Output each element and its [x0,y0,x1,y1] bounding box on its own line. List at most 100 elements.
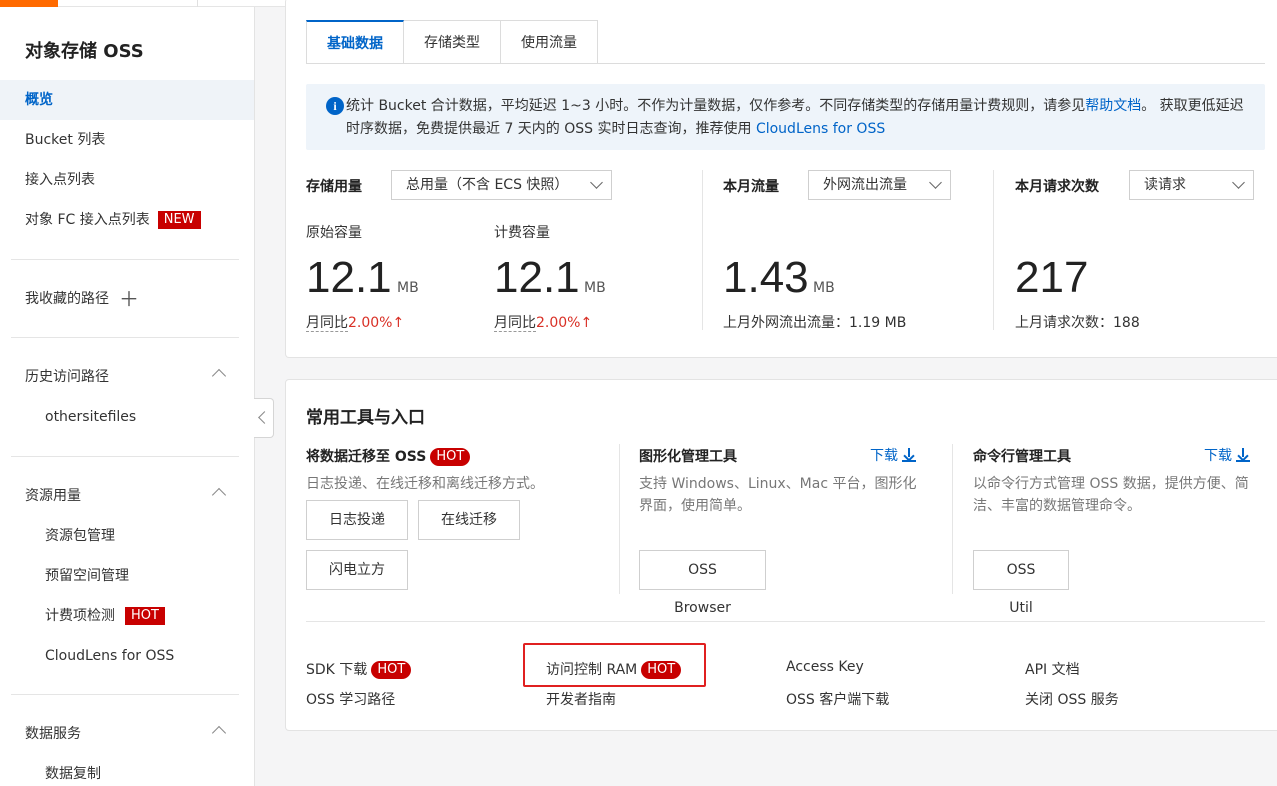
sidebar-divider [11,456,239,457]
billed-capacity-unit: MB [584,280,606,296]
sidebar-group-label: 资源用量 [25,488,81,504]
sidebar-collapse-handle[interactable] [254,398,274,438]
sidebar-divider [11,694,239,695]
developer-guide-link[interactable]: 开发者指南 [546,689,616,709]
sidebar-group-label: 数据服务 [25,726,81,742]
raw-capacity-value: 12.1 [306,253,392,302]
hot-badge: HOT [371,661,412,679]
desc-line: 以命令行方式管理 OSS 数据，提供方便、简 [973,476,1249,492]
storage-usage-label: 存储用量 [306,179,362,195]
gui-download-link[interactable]: 下载 [870,445,916,465]
brand-bar [0,0,58,7]
sidebar-item-label: 预留空间管理 [45,568,129,584]
sdk-download-link[interactable]: SDK 下载 HOT [306,659,412,679]
chevron-up-icon [211,725,227,741]
select-value: 外网流出流量 [823,177,907,193]
request-type-select[interactable]: 读请求 [1129,170,1254,200]
sidebar-item-access-points[interactable]: 接入点列表 [0,160,254,200]
tools-section-title: 常用工具与入口 [306,408,425,428]
sidebar-item-label: 接入点列表 [25,172,95,188]
cli-tool-title: 命令行管理工具 [973,449,1071,465]
learning-path-link[interactable]: OSS 学习路径 [306,689,395,709]
sidebar-item-label: 资源包管理 [45,528,115,544]
desc-line: 支持 Windows、Linux、Mac 平台，图形化 [639,476,917,492]
sidebar-item-favorites[interactable]: 我收藏的路径 ＋ [0,279,254,319]
sidebar-item-billing-check[interactable]: 计费项检测 HOT [0,596,254,636]
client-download-link[interactable]: OSS 客户端下载 [786,689,889,709]
stat-divider [702,170,703,330]
tab-storage-type[interactable]: 存储类型 [404,20,501,64]
yoy-value: 2.00% [536,315,581,331]
close-oss-service-link[interactable]: 关闭 OSS 服务 [1025,689,1119,709]
migrate-tool-title: 将数据迁移至 OSS HOT [306,446,471,466]
oss-util-button[interactable]: OSS Util [973,550,1069,616]
gui-tool-desc: 支持 Windows、Linux、Mac 平台，图形化 界面，使用简单。 [639,473,916,517]
stats-tabs: 基础数据 存储类型 使用流量 [306,20,598,64]
download-icon [1236,448,1250,462]
top-separator [197,0,198,7]
sidebar-divider [11,259,239,260]
raw-capacity-unit: MB [397,280,419,296]
api-docs-link[interactable]: API 文档 [1025,659,1080,679]
help-doc-link[interactable]: 帮助文档 [1085,98,1141,114]
sidebar-item-reserved-space[interactable]: 预留空间管理 [0,556,254,596]
billed-capacity-value: 12.1 [494,253,580,302]
cloudlens-link[interactable]: CloudLens for OSS [756,121,885,137]
raw-capacity-yoy: 月同比2.00%↑ [306,312,404,332]
chevron-down-icon [929,176,942,189]
sidebar-item-overview[interactable]: 概览 [0,80,254,120]
hot-badge: HOT [125,607,165,625]
online-migration-button[interactable]: 在线迁移 [418,500,520,540]
arrow-up-icon: ↑ [580,315,593,331]
storage-usage-select[interactable]: 总用量（不含 ECS 快照） [391,170,612,200]
gui-tool-title: 图形化管理工具 [639,449,737,465]
sidebar-group-data-services[interactable]: 数据服务 [0,714,254,754]
chevron-down-icon [1232,176,1245,189]
billed-capacity-yoy: 月同比2.00%↑ [494,312,592,332]
info-icon: i [326,97,344,115]
billed-capacity-label: 计费容量 [494,225,550,241]
select-value: 总用量（不含 ECS 快照） [406,177,569,193]
sidebar-item-fc-access-points[interactable]: 对象 FC 接入点列表 NEW [0,200,254,240]
new-badge: NEW [157,211,201,229]
plus-icon[interactable]: ＋ [119,289,139,309]
sidebar-item-label: 数据复制 [45,766,101,782]
sidebar-group-resources[interactable]: 资源用量 [0,476,254,516]
sidebar-item-label: 计费项检测 [45,608,115,624]
notice-text: 统计 Bucket 合计数据，平均延迟 1~3 小时。不作为计量数据，仅作参考。… [346,98,1086,114]
arrow-up-icon: ↑ [392,315,405,331]
prev-month-traffic: 上月外网流出流量：1.19 MB [723,315,907,331]
traffic-type-select[interactable]: 外网流出流量 [808,170,951,200]
sidebar-item-othersitefiles[interactable]: othersitefiles [0,397,254,437]
sidebar-item-label: CloudLens for OSS [45,648,175,664]
log-delivery-button[interactable]: 日志投递 [306,500,408,540]
link-label: SDK 下载 [306,662,368,678]
desc-line: 界面，使用简单。 [639,498,751,514]
sidebar-group-history[interactable]: 历史访问路径 [0,357,254,397]
yoy-label: 月同比 [494,315,536,332]
sidebar-item-label: 我收藏的路径 [25,291,109,307]
chevron-up-icon [211,487,227,503]
sidebar-item-data-replication[interactable]: 数据复制 [0,754,254,786]
sidebar-item-cloudlens[interactable]: CloudLens for OSS [0,636,254,676]
sidebar: 对象存储 OSS 概览 Bucket 列表 接入点列表 对象 FC 接入点列表 N… [0,7,255,786]
select-value: 读请求 [1144,177,1186,193]
migrate-tool-desc: 日志投递、在线迁移和离线迁移方式。 [306,476,544,492]
monthly-requests-value: 217 [1015,253,1089,302]
chevron-down-icon [590,176,603,189]
sidebar-item-bucket-list[interactable]: Bucket 列表 [0,120,254,160]
sidebar-item-resource-packages[interactable]: 资源包管理 [0,516,254,556]
hot-badge: HOT [430,448,471,466]
access-key-link[interactable]: Access Key [786,659,864,675]
yoy-label: 月同比 [306,315,348,332]
monthly-traffic-label: 本月流量 [723,179,779,195]
tab-usage-traffic[interactable]: 使用流量 [501,20,598,64]
prev-month-requests: 上月请求次数：188 [1015,315,1140,331]
raw-capacity-label: 原始容量 [306,225,362,241]
tab-basic-data[interactable]: 基础数据 [306,20,404,64]
tool-divider [952,444,953,594]
cli-download-link[interactable]: 下载 [1204,445,1250,465]
oss-browser-button[interactable]: OSS Browser [639,550,766,616]
yoy-value: 2.00% [348,315,393,331]
lightning-cube-button[interactable]: 闪电立方 [306,550,408,590]
